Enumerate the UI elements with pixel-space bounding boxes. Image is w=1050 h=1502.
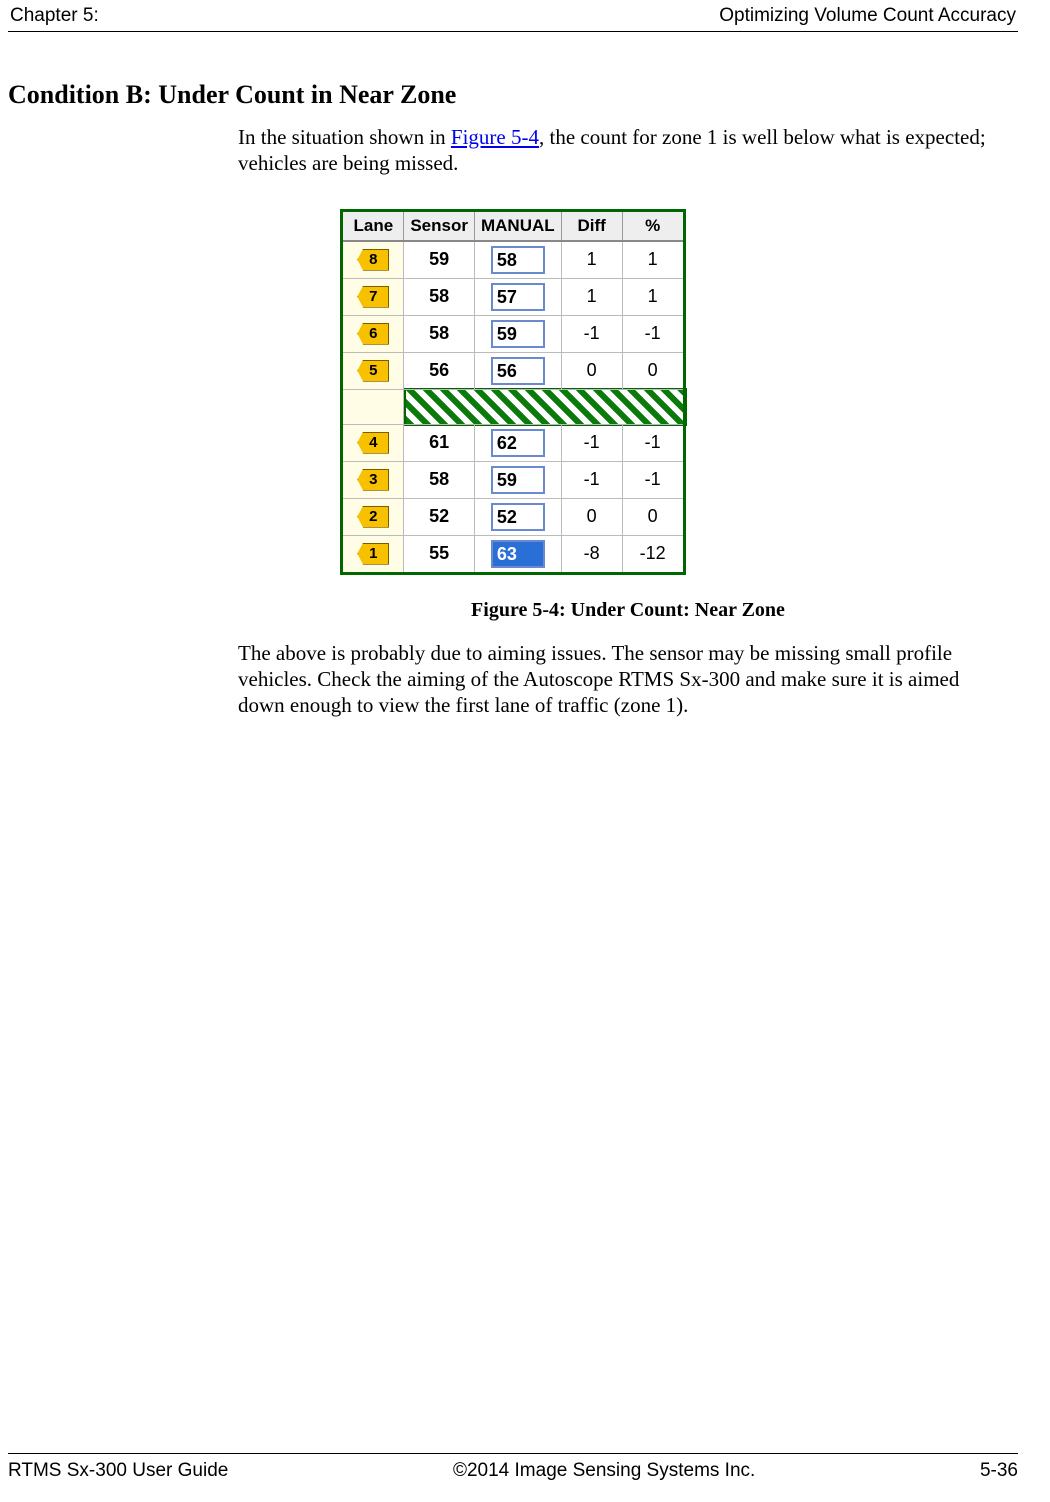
col-manual: MANUAL [474, 210, 561, 241]
diff-value: 0 [561, 352, 622, 389]
lane-cell: 8 [342, 241, 404, 279]
lane-number: 2 [357, 506, 389, 528]
sensor-value: 56 [404, 352, 475, 389]
col-lane: Lane [342, 210, 404, 241]
table-row: 1 55 63 -8-12 [342, 535, 684, 573]
manual-input[interactable]: 62 [491, 429, 545, 457]
lane-cell: 3 [342, 461, 404, 498]
pct-value: -1 [622, 315, 684, 352]
diff-value: 1 [561, 278, 622, 315]
manual-value-cell[interactable]: 63 [474, 535, 561, 573]
manual-input[interactable]: 58 [491, 246, 545, 274]
diff-value: -1 [561, 461, 622, 498]
median-empty-lane [342, 389, 404, 424]
page-header: Chapter 5: Optimizing Volume Count Accur… [8, 5, 1018, 32]
figure-link[interactable]: Figure 5-4 [451, 125, 539, 149]
col-sensor: Sensor [404, 210, 475, 241]
footer-center: ©2014 Image Sensing Systems Inc. [453, 1460, 755, 1482]
diff-value: 0 [561, 498, 622, 535]
pct-value: 1 [622, 241, 684, 279]
sensor-value: 59 [404, 241, 475, 279]
pct-value: -12 [622, 535, 684, 573]
median-divider-row [342, 389, 684, 424]
table-row: 6 58 59 -1-1 [342, 315, 684, 352]
sensor-value: 58 [404, 315, 475, 352]
lane-cell: 6 [342, 315, 404, 352]
sensor-value: 58 [404, 461, 475, 498]
header-chapter: Chapter 5: [10, 5, 99, 27]
lane-number: 4 [357, 432, 389, 454]
diff-value: -8 [561, 535, 622, 573]
lane-cell: 4 [342, 424, 404, 461]
lane-cell: 5 [342, 352, 404, 389]
header-title: Optimizing Volume Count Accuracy [719, 5, 1016, 27]
lane-number: 8 [357, 249, 389, 271]
sensor-value: 55 [404, 535, 475, 573]
diff-value: -1 [561, 424, 622, 461]
diff-value: -1 [561, 315, 622, 352]
lane-badge-icon: 4 [357, 432, 389, 454]
manual-input[interactable]: 57 [491, 283, 545, 311]
table-row: 4 61 62 -1-1 [342, 424, 684, 461]
manual-input[interactable]: 59 [491, 466, 545, 494]
lane-badge-icon: 6 [357, 323, 389, 345]
lane-number: 6 [357, 323, 389, 345]
col-pct: % [622, 210, 684, 241]
lane-count-table: Lane Sensor MANUAL Diff % 85958117585711… [340, 209, 685, 575]
pct-value: -1 [622, 461, 684, 498]
intro-pre: In the situation shown in [238, 125, 451, 149]
table-row: 7 58 57 11 [342, 278, 684, 315]
lane-badge-icon: 2 [357, 506, 389, 528]
manual-input[interactable]: 56 [491, 357, 545, 385]
manual-input[interactable]: 52 [491, 503, 545, 531]
manual-value-cell[interactable]: 52 [474, 498, 561, 535]
manual-value-cell[interactable]: 59 [474, 315, 561, 352]
manual-value-cell[interactable]: 62 [474, 424, 561, 461]
lane-cell: 1 [342, 535, 404, 573]
pct-value: -1 [622, 424, 684, 461]
manual-input[interactable]: 59 [491, 320, 545, 348]
lane-badge-icon: 7 [357, 286, 389, 308]
manual-value-cell[interactable]: 59 [474, 461, 561, 498]
sensor-value: 52 [404, 498, 475, 535]
sensor-value: 61 [404, 424, 475, 461]
sensor-value: 58 [404, 278, 475, 315]
lane-badge-icon: 3 [357, 469, 389, 491]
page-footer: RTMS Sx-300 User Guide ©2014 Image Sensi… [8, 1453, 1018, 1482]
pct-value: 0 [622, 352, 684, 389]
table-row: 8 59 58 11 [342, 241, 684, 279]
figure-caption: Figure 5-4: Under Count: Near Zone [238, 599, 1018, 622]
figure-5-4: Lane Sensor MANUAL Diff % 85958117585711… [8, 209, 1018, 575]
table-row: 5 56 56 00 [342, 352, 684, 389]
lane-cell: 2 [342, 498, 404, 535]
table-row: 3 58 59 -1-1 [342, 461, 684, 498]
col-diff: Diff [561, 210, 622, 241]
table-row: 2 52 52 00 [342, 498, 684, 535]
lane-badge-icon: 8 [357, 249, 389, 271]
footer-left: RTMS Sx-300 User Guide [8, 1460, 228, 1482]
body-paragraph-2: The above is probably due to aiming issu… [238, 640, 998, 719]
lane-badge-icon: 1 [357, 543, 389, 565]
manual-input[interactable]: 63 [491, 540, 545, 568]
pct-value: 1 [622, 278, 684, 315]
lane-badge-icon: 5 [357, 360, 389, 382]
manual-value-cell[interactable]: 58 [474, 241, 561, 279]
manual-value-cell[interactable]: 57 [474, 278, 561, 315]
lane-number: 7 [357, 286, 389, 308]
lane-number: 1 [357, 543, 389, 565]
footer-right: 5-36 [980, 1460, 1018, 1482]
diff-value: 1 [561, 241, 622, 279]
lane-number: 5 [357, 360, 389, 382]
median-hatch [404, 389, 684, 424]
lane-number: 3 [357, 469, 389, 491]
intro-paragraph: In the situation shown in Figure 5-4, th… [238, 124, 998, 177]
manual-value-cell[interactable]: 56 [474, 352, 561, 389]
pct-value: 0 [622, 498, 684, 535]
section-heading: Condition B: Under Count in Near Zone [8, 80, 1018, 110]
lane-cell: 7 [342, 278, 404, 315]
